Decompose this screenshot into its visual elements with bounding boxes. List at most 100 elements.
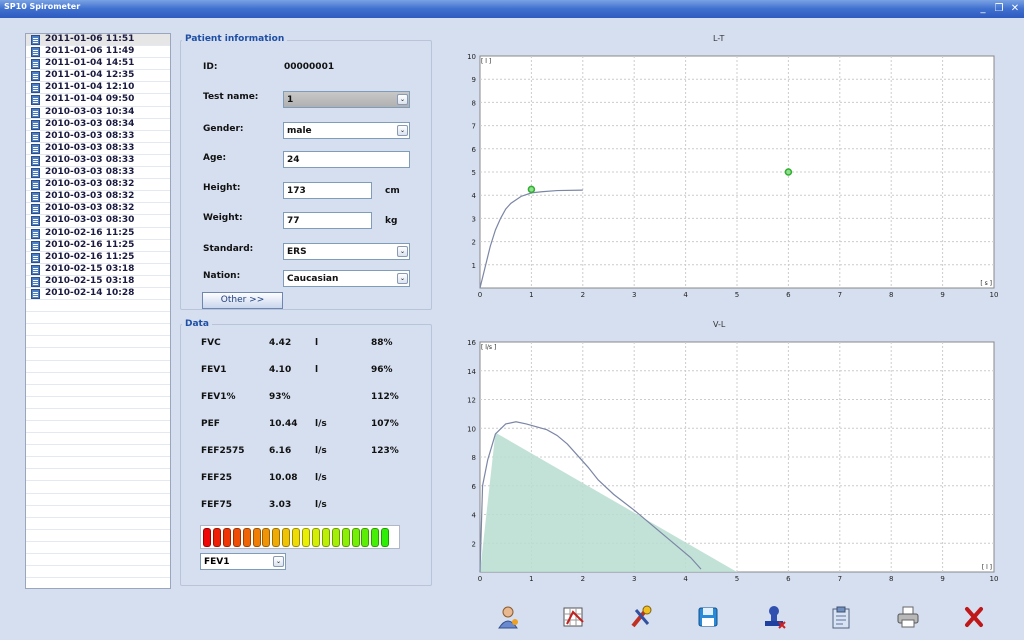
data-unit: l/s — [315, 446, 327, 456]
data-name: FEF75 — [201, 500, 232, 510]
session-date: 2011-01-06 11:51 — [45, 34, 135, 44]
session-date: 2010-03-03 08:33 — [45, 167, 135, 178]
clipboard-icon[interactable] — [828, 604, 854, 630]
gauge-segment — [321, 528, 330, 547]
age-value: 24 — [287, 155, 300, 165]
session-item[interactable]: 2010-02-16 11:25 — [26, 228, 170, 240]
document-icon — [31, 192, 40, 203]
y-tick-label: 7 — [472, 123, 476, 131]
document-icon — [31, 276, 40, 287]
empty-row — [26, 518, 170, 530]
save-icon[interactable] — [695, 604, 721, 630]
session-item[interactable]: 2010-02-15 03:18 — [26, 264, 170, 276]
session-item[interactable]: 2011-01-04 12:10 — [26, 82, 170, 95]
x-tick-label: 8 — [889, 291, 893, 299]
session-item[interactable]: 2010-03-03 08:32 — [26, 203, 170, 216]
session-item[interactable]: 2010-03-03 08:33 — [26, 131, 170, 143]
y-tick-label: 9 — [472, 76, 476, 84]
other-button[interactable]: Other >> — [202, 292, 283, 309]
session-date: 2011-01-06 11:49 — [45, 46, 135, 57]
session-item[interactable]: 2010-03-03 10:34 — [26, 107, 170, 119]
session-item[interactable]: 2010-03-03 08:32 — [26, 191, 170, 204]
minimize-icon[interactable]: _ — [976, 2, 990, 15]
gauge-segment — [302, 528, 310, 547]
chevron-down-icon[interactable]: ⌄ — [397, 125, 408, 136]
chevron-down-icon[interactable]: ⌄ — [397, 94, 408, 105]
data-value: 3.03 — [269, 500, 292, 510]
gauge-parameter-select[interactable]: FEV1 ⌄ — [200, 553, 286, 570]
y-tick-label: 2 — [472, 239, 476, 247]
empty-row — [26, 421, 170, 434]
session-item[interactable]: 2010-02-14 10:28 — [26, 288, 170, 301]
session-item[interactable]: 2011-01-06 11:49 — [26, 46, 170, 59]
x-tick-label: 1 — [529, 291, 533, 299]
stamp-icon[interactable] — [761, 604, 787, 630]
data-name: FEF25 — [201, 473, 232, 483]
document-icon — [31, 35, 40, 45]
session-date: 2010-03-03 08:32 — [45, 179, 135, 190]
session-list[interactable]: 2011-01-06 11:51 2011-01-06 11:49 2011-01-… — [25, 33, 171, 589]
height-input[interactable]: 173 — [283, 182, 372, 199]
weight-value: 77 — [287, 216, 300, 226]
age-input[interactable]: 24 — [283, 151, 410, 168]
exit-icon[interactable] — [961, 604, 987, 630]
x-tick-label: 7 — [838, 291, 842, 299]
session-item[interactable]: 2010-03-03 08:32 — [26, 179, 170, 192]
standard-select[interactable]: ERS ⌄ — [283, 243, 410, 260]
chevron-down-icon[interactable]: ⌄ — [397, 273, 408, 284]
session-item[interactable]: 2010-02-16 11:25 — [26, 252, 170, 264]
empty-row — [26, 494, 170, 506]
restore-icon[interactable]: ❐ — [992, 2, 1006, 15]
chart-edit-icon[interactable] — [561, 604, 587, 630]
weight-input[interactable]: 77 — [283, 212, 372, 229]
gauge-segment — [232, 528, 241, 547]
session-item[interactable]: 2010-03-03 08:33 — [26, 143, 170, 155]
chevron-down-icon[interactable]: ⌄ — [273, 556, 284, 567]
data-value: 10.44 — [269, 419, 298, 429]
x-axis-label: [ s ] — [980, 280, 992, 287]
x-tick-label: 10 — [990, 575, 999, 583]
session-item[interactable]: 2011-01-04 12:35 — [26, 70, 170, 83]
lt-chart: 0 1 2 3 4 5 6 7 8 9 10 1 2 3 4 5 6 7 8 9 10 [ l ] [ s ] — [467, 53, 998, 299]
chevron-down-icon[interactable]: ⌄ — [397, 246, 408, 257]
session-item[interactable]: 2010-03-03 08:33 — [26, 167, 170, 180]
gauge-segment — [282, 528, 291, 547]
marker-point — [784, 168, 793, 176]
gender-select[interactable]: male ⌄ — [283, 122, 410, 139]
standard-value: ERS — [287, 247, 307, 257]
tools-icon[interactable] — [628, 604, 654, 630]
standard-label: Standard: — [203, 244, 254, 254]
gauge-segment — [242, 528, 251, 547]
vl-chart-title: V-L — [713, 320, 726, 329]
y-tick-label: 4 — [472, 192, 477, 200]
test-name-select[interactable]: 1 ⌄ — [283, 91, 410, 108]
session-item[interactable]: 2011-01-04 09:50 — [26, 94, 170, 107]
session-item[interactable]: 2010-03-03 08:34 — [26, 119, 170, 131]
printer-icon[interactable] — [895, 604, 921, 630]
y-tick-label: 10 — [467, 425, 476, 433]
session-item[interactable]: 2010-02-15 03:18 — [26, 276, 170, 288]
session-item[interactable]: 2011-01-04 14:51 — [26, 58, 170, 71]
gauge-segment — [292, 528, 301, 547]
x-tick-label: 5 — [735, 575, 739, 583]
data-value: 4.42 — [269, 338, 292, 348]
empty-row — [26, 578, 170, 588]
close-icon[interactable]: ✕ — [1008, 2, 1022, 15]
session-date: 2010-03-03 08:33 — [45, 142, 135, 153]
x-tick-label: 7 — [838, 575, 842, 583]
session-item[interactable]: 2010-03-03 08:33 — [26, 155, 170, 168]
x-tick-label: 8 — [889, 575, 893, 583]
data-pct: 88% — [371, 338, 393, 348]
document-icon — [31, 288, 40, 299]
test-name-label: Test name: — [203, 92, 259, 102]
patient-icon[interactable] — [495, 604, 521, 630]
session-item[interactable]: 2010-03-03 08:30 — [26, 215, 170, 228]
session-item[interactable]: 2011-01-06 11:51 — [26, 34, 170, 47]
data-unit: l/s — [315, 473, 327, 483]
y-tick-label: 5 — [472, 169, 476, 177]
y-tick-label: 1 — [472, 262, 476, 270]
nation-select[interactable]: Caucasian ⌄ — [283, 270, 410, 287]
document-icon — [31, 252, 40, 263]
gauge-segment — [203, 528, 211, 547]
session-item[interactable]: 2010-02-16 11:25 — [26, 240, 170, 252]
